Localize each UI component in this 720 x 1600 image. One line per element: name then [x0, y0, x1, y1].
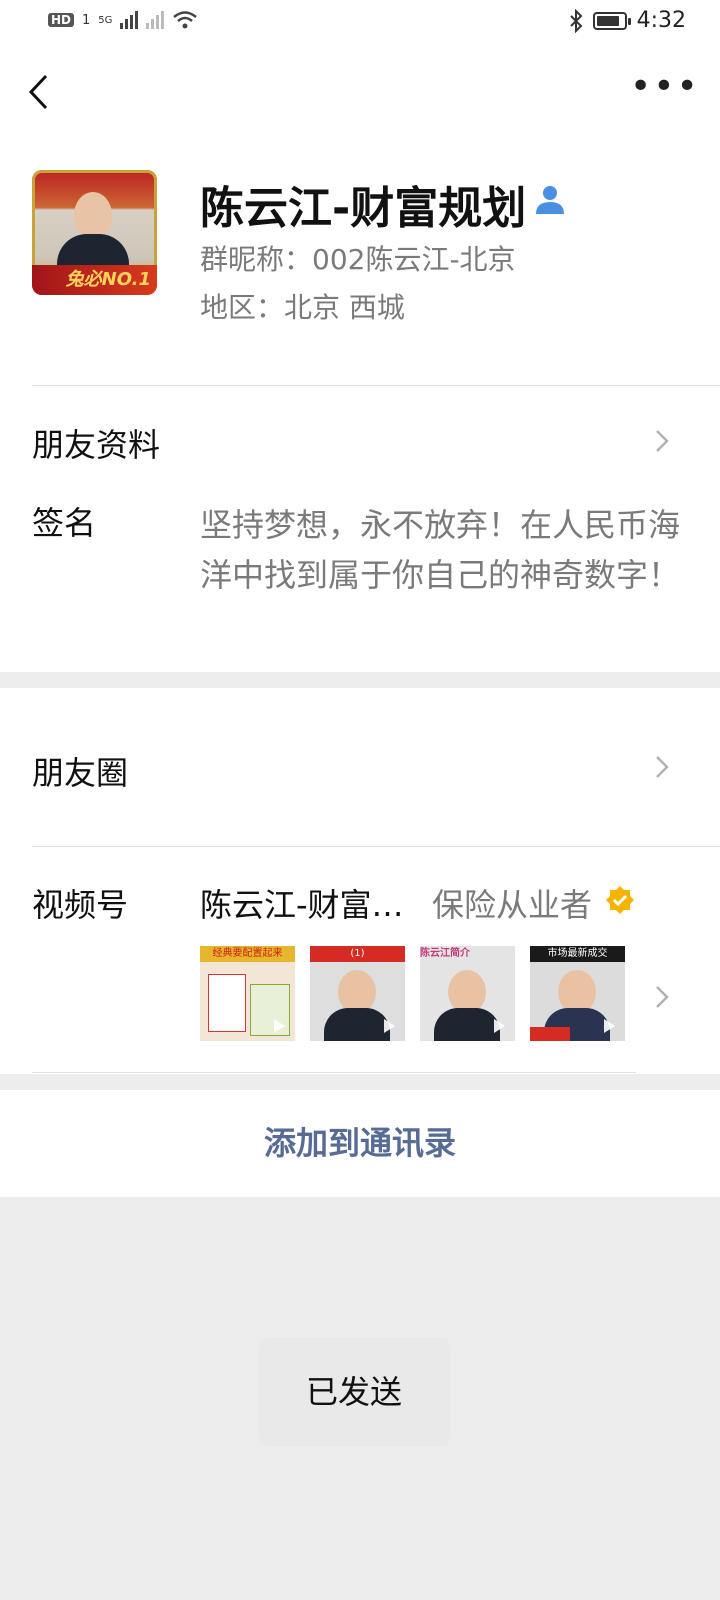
thumbnail-body [324, 1008, 390, 1041]
channel-thumbnail-1[interactable]: 经典要配置起来 [200, 946, 295, 1041]
signal-2-icon [146, 11, 165, 29]
sent-toast: 已发送 [258, 1338, 450, 1446]
sim-indicator: 1 [82, 12, 91, 28]
thumbnail-banner [530, 1027, 570, 1041]
chevron-left-icon [28, 74, 48, 110]
chevron-right-icon [656, 986, 669, 1008]
region: 地区：北京 西城 [200, 291, 405, 324]
thumbnail-caption: (1) [310, 946, 405, 962]
play-icon [604, 1019, 615, 1033]
person-icon [536, 186, 564, 214]
clock: 4:32 [636, 8, 686, 33]
thumbnail-body [434, 1008, 500, 1041]
channel-thumbnail-2[interactable]: (1) [310, 946, 405, 1041]
add-to-contacts-button[interactable]: 添加到通讯录 [0, 1090, 720, 1197]
hd-indicator: HD [48, 13, 75, 27]
avatar[interactable]: 兔必NO.1 [32, 170, 157, 295]
bluetooth-icon [569, 8, 583, 33]
signal-icon [120, 11, 139, 29]
play-icon [274, 1019, 285, 1033]
status-bar: HD 1 5G 4:32 [0, 0, 720, 44]
signature-label: 签名 [32, 504, 97, 542]
wifi-icon [173, 11, 198, 29]
avatar-face [74, 192, 112, 238]
more-options-button[interactable]: ••• [630, 69, 698, 105]
channel-thumbnail-3[interactable]: 陈云江简介 [420, 946, 515, 1041]
play-icon [384, 1019, 395, 1033]
channels-name[interactable]: 陈云江-财富… [200, 880, 404, 926]
status-right: 4:32 [569, 8, 686, 33]
thumbnail-caption: 市场最新成交 [530, 946, 625, 962]
back-button[interactable] [26, 72, 52, 112]
friend-info-row[interactable]: 朋友资料 [32, 420, 160, 466]
group-nickname: 群昵称：002陈云江-北京 [200, 243, 516, 276]
moments-row[interactable]: 朋友圈 [32, 748, 128, 794]
network-label: 5G [98, 14, 113, 26]
verified-badge-icon [606, 886, 634, 914]
thumbnail-poster [208, 974, 246, 1032]
thumbnail-caption: 陈云江简介 [420, 948, 470, 959]
divider [32, 846, 720, 847]
channel-thumbnail-4[interactable]: 市场最新成交 [530, 946, 625, 1041]
status-left: HD 1 5G [48, 10, 198, 30]
contact-name: 陈云江-财富规划 [200, 183, 527, 234]
channels-label: 视频号 [32, 886, 129, 924]
play-icon [494, 1019, 505, 1033]
channels-role: 保险从业者 [432, 886, 593, 924]
chevron-right-icon [656, 430, 669, 452]
chevron-right-icon [656, 756, 669, 778]
signature-text: 坚持梦想，永不放弃！在人民币海洋中找到属于你自己的神奇数字！ [200, 506, 681, 594]
thumbnail-caption: 经典要配置起来 [200, 946, 295, 962]
battery-icon [592, 11, 631, 30]
divider [32, 1072, 636, 1073]
section-gap [0, 672, 720, 688]
divider [32, 385, 720, 386]
avatar-badge: 兔必NO.1 [32, 265, 157, 295]
